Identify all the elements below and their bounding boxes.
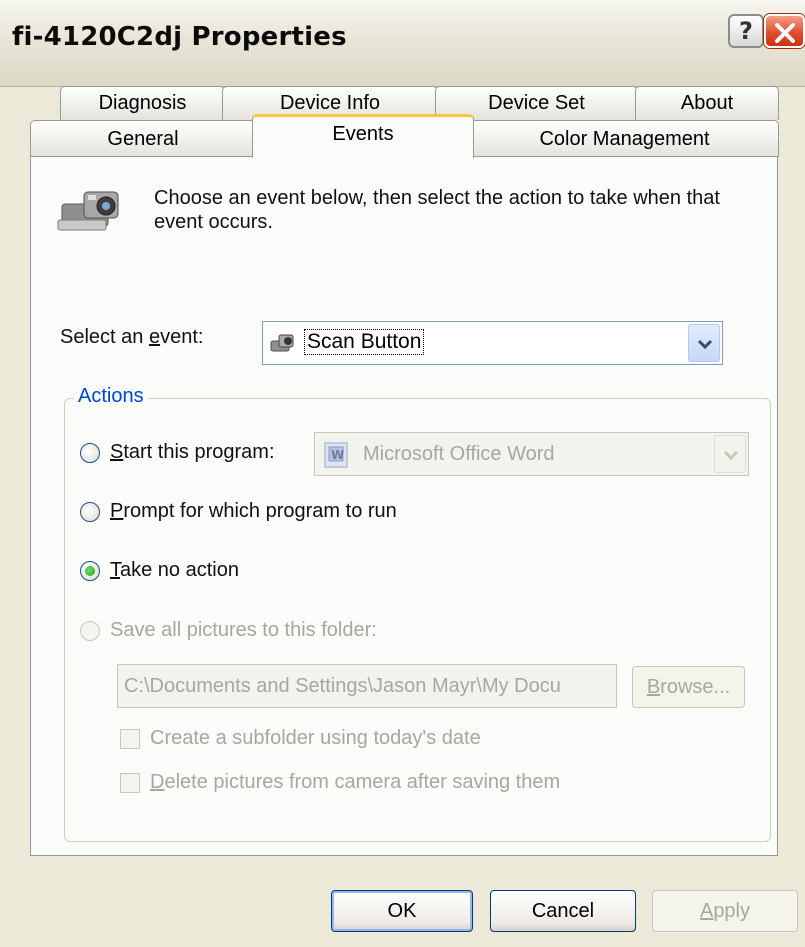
prompt-program-radio[interactable]: [80, 502, 100, 522]
cancel-button[interactable]: Cancel: [490, 890, 636, 932]
tab-label: Device Set: [488, 92, 585, 114]
browse-label: rowse...: [660, 676, 731, 698]
folder-path-value: C:\Documents and Settings\Jason Mayr\My …: [124, 675, 561, 697]
tab-color-management[interactable]: Color Management: [470, 120, 779, 157]
tab-label: About: [680, 92, 734, 114]
prompt-label-text: rompt for which program to run: [123, 500, 397, 522]
actions-group-label: Actions: [74, 385, 148, 408]
tab-events[interactable]: Events: [252, 114, 474, 158]
tab-label: Device Info: [279, 92, 381, 114]
start-program-accelerator: S: [110, 441, 124, 463]
svg-text:W: W: [331, 448, 344, 462]
select-event-label: Select an event:: [60, 326, 203, 349]
start-program-label-text: tart this program:: [123, 441, 275, 463]
program-select[interactable]: W Microsoft Office Word: [314, 432, 749, 476]
save-pictures-radio[interactable]: [80, 621, 100, 641]
browse-button[interactable]: Browse...: [632, 666, 745, 708]
delete-label-text: elete pictures from camera after saving …: [164, 771, 561, 793]
title-bar[interactable]: fi-4120C2dj Properties ?: [0, 0, 805, 87]
tab-about[interactable]: About: [635, 86, 779, 120]
chevron-down-icon: [723, 450, 739, 461]
start-program-radio[interactable]: [80, 443, 100, 463]
scan-button-icon: [270, 334, 294, 352]
help-icon: ?: [739, 17, 753, 45]
start-program-label[interactable]: Start this program:: [110, 441, 275, 464]
create-subfolder-label[interactable]: Create a subfolder using today's date: [150, 727, 481, 750]
save-pictures-label[interactable]: Save all pictures to this folder:: [110, 619, 377, 642]
word-icon: W: [324, 442, 348, 468]
prompt-accelerator: P: [110, 500, 124, 522]
delete-accelerator: D: [150, 771, 165, 793]
tab-general[interactable]: General: [30, 120, 256, 157]
tab-label: General: [107, 128, 179, 150]
apply-accelerator: A: [699, 900, 714, 922]
tab-label: Events: [332, 123, 394, 145]
close-icon: [775, 23, 795, 43]
select-event-label-part: Select an: [60, 326, 149, 348]
event-dropdown-button[interactable]: [688, 324, 720, 362]
program-value: Microsoft Office Word: [363, 443, 555, 465]
apply-label: pply: [713, 900, 751, 922]
tab-label: Color Management: [539, 128, 710, 150]
take-no-action-radio[interactable]: [80, 561, 100, 581]
folder-path-field[interactable]: C:\Documents and Settings\Jason Mayr\My …: [117, 664, 617, 708]
apply-button[interactable]: Apply: [652, 890, 798, 932]
selected-event-value: Scan Button: [303, 329, 425, 355]
window-title: fi-4120C2dj Properties: [12, 22, 347, 52]
delete-pictures-checkbox[interactable]: [120, 773, 140, 793]
no-action-accelerator: T: [110, 559, 120, 581]
no-action-label-text: ake no action: [120, 559, 239, 581]
ok-button[interactable]: OK: [331, 890, 473, 932]
chevron-down-icon: [697, 339, 713, 350]
browse-accelerator: B: [646, 676, 661, 698]
help-button[interactable]: ?: [728, 14, 764, 48]
tab-diagnosis[interactable]: Diagnosis: [60, 86, 225, 120]
select-event-label-part: vent:: [160, 326, 204, 348]
intro-text-line2: event occurs.: [154, 211, 273, 233]
select-event-accelerator: e: [148, 326, 161, 348]
create-subfolder-checkbox[interactable]: [120, 729, 140, 749]
event-select[interactable]: Scan Button: [262, 321, 723, 365]
tab-label: Diagnosis: [98, 92, 187, 114]
prompt-program-label[interactable]: Prompt for which program to run: [110, 500, 397, 523]
scanner-camera-icon: [57, 191, 119, 231]
intro-text-line1: Choose an event below, then select the a…: [154, 187, 720, 209]
take-no-action-label[interactable]: Take no action: [110, 559, 239, 582]
close-button[interactable]: [764, 14, 805, 48]
properties-dialog: fi-4120C2dj Properties ? Diagnosis Devic…: [0, 0, 805, 947]
program-dropdown-button[interactable]: [714, 435, 746, 473]
delete-pictures-label[interactable]: Delete pictures from camera after saving…: [150, 771, 560, 794]
